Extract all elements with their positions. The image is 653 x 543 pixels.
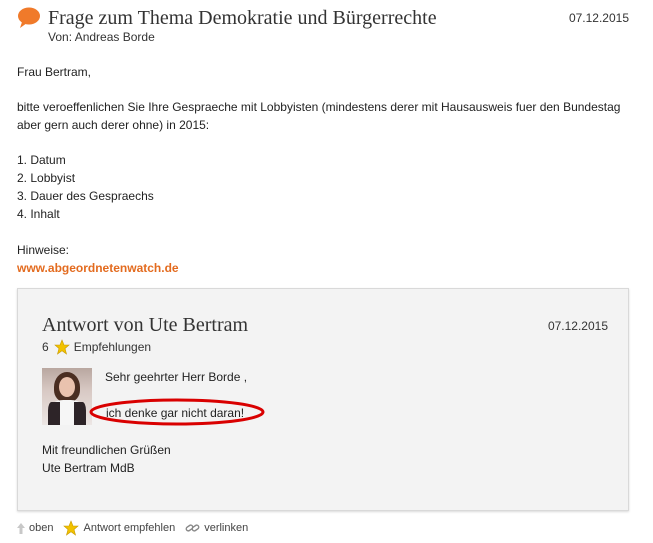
question-title: Frage zum Thema Demokratie und Bürgerrec… <box>48 7 437 29</box>
hint-link[interactable]: www.abgeordnetenwatch.de <box>17 259 637 277</box>
closing-line: Mit freundlichen Grüßen <box>42 443 171 457</box>
star-icon <box>63 520 80 536</box>
answer-title: Antwort von Ute Bertram <box>42 314 249 336</box>
star-icon <box>53 339 70 355</box>
question-request: bitte veroeffenlichen Sie Ihre Gespraech… <box>17 98 637 134</box>
question-header: Frage zum Thema Demokratie und Bürgerrec… <box>17 5 637 45</box>
request-line: aber gern auch derer ohne) in 2015: <box>17 118 210 132</box>
answer-closing: Mit freundlichen Grüßen Ute Bertram MdB <box>42 441 171 477</box>
question-date: 07.12.2015 <box>568 11 629 25</box>
hint-label: Hinweise: <box>17 243 70 257</box>
top-label: oben <box>29 522 54 534</box>
recommend-count: 6 <box>42 340 49 354</box>
link-button[interactable]: verlinken <box>185 522 248 534</box>
list-item: 3. Dauer des Gespraechs <box>17 189 154 203</box>
answer-text: ich denke gar nicht daran! <box>106 406 245 420</box>
recommend-answer-label: Antwort empfehlen <box>83 522 176 534</box>
recommendations: 6 Empfehlungen <box>42 338 151 356</box>
answer-date: 07.12.2015 <box>547 319 608 333</box>
arrow-up-icon <box>17 522 25 534</box>
recommend-answer-button[interactable]: Antwort empfehlen <box>63 520 175 536</box>
request-line: bitte veroeffenlichen Sie Ihre Gespraech… <box>17 100 621 114</box>
link-label: verlinken <box>204 522 249 534</box>
avatar <box>42 368 92 425</box>
list-item: 4. Inhalt <box>17 207 60 221</box>
speech-bubble-icon <box>18 7 40 28</box>
question-salutation: Frau Bertram, <box>17 65 92 79</box>
signature: Ute Bertram MdB <box>42 461 135 475</box>
list-item: 2. Lobbyist <box>17 171 76 185</box>
list-item: 1. Datum <box>17 153 66 167</box>
question-list: 1. Datum 2. Lobbyist 3. Dauer des Gespra… <box>17 151 637 223</box>
question-author: Von: Andreas Borde <box>48 30 155 44</box>
answer-box: Antwort von Ute Bertram 07.12.2015 6 Emp… <box>17 288 629 511</box>
recommend-label: Empfehlungen <box>73 340 152 354</box>
link-icon <box>185 524 200 532</box>
answer-actions: oben Antwort empfehlen verlinken <box>17 518 258 538</box>
top-link[interactable]: oben <box>17 522 53 534</box>
answer-greeting: Sehr geehrter Herr Borde , <box>105 370 248 384</box>
